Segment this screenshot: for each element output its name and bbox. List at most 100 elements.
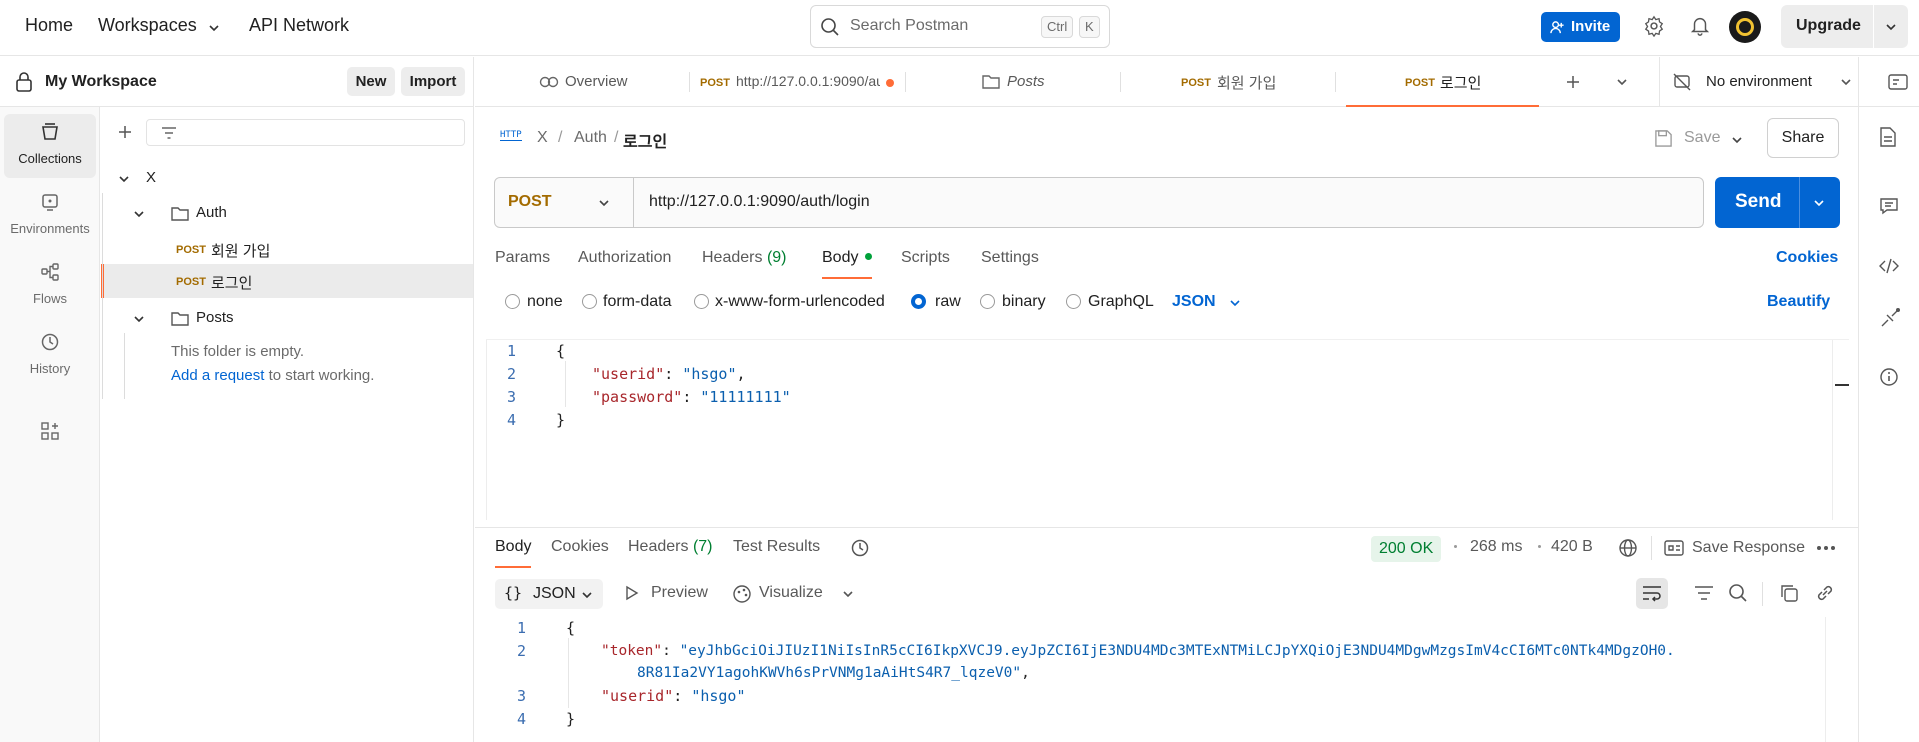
new-button[interactable]: New [347, 67, 395, 96]
new-tab-plus-icon[interactable] [1565, 74, 1581, 90]
no-environment-icon [1673, 73, 1691, 91]
documentation-icon[interactable] [1879, 127, 1897, 147]
rail-environments[interactable]: Environments [4, 184, 96, 248]
request-body-editor[interactable]: 1 { 2 "userid": "hsgo", 3 "password": "1… [486, 339, 1849, 520]
share-button[interactable]: Share [1767, 118, 1839, 158]
response-tab-cookies[interactable]: Cookies [551, 538, 609, 556]
response-size[interactable]: 420 B [1551, 538, 1593, 556]
avatar[interactable] [1729, 11, 1761, 43]
tree-folder-auth[interactable]: Auth [101, 198, 473, 228]
tab-login-active[interactable]: POST 로그인 [1346, 57, 1539, 107]
wrap-lines-toggle[interactable] [1636, 578, 1668, 609]
tab-settings[interactable]: Settings [981, 249, 1039, 267]
more-options-icon[interactable] [1816, 544, 1836, 552]
save-response-label: Save Response [1692, 539, 1805, 556]
tree-request-login[interactable]: POST 로그인 [101, 264, 473, 298]
upgrade-dropdown-button[interactable] [1874, 5, 1908, 48]
configure-sidebar-icon[interactable] [40, 421, 60, 441]
tab-overview[interactable]: Overview [539, 57, 659, 107]
status-badge[interactable]: 200 OK [1371, 536, 1442, 562]
invite-button[interactable]: Invite [1541, 12, 1620, 42]
filter-icon[interactable] [1694, 584, 1714, 602]
line-number: 2 [506, 365, 516, 383]
radio-urlencoded[interactable] [694, 294, 709, 309]
radio-graphql[interactable] [1066, 294, 1081, 309]
environment-selector[interactable]: No environment [1660, 57, 1860, 107]
invite-label: Invite [1571, 18, 1611, 35]
upgrade-button[interactable]: Upgrade [1781, 5, 1873, 48]
tabs-overflow-chevron-icon[interactable] [1616, 76, 1628, 88]
breadcrumb-collection[interactable]: X [537, 129, 548, 147]
json-value: 8R81Ia2VY1agohKWVh6sPrVNMg1aAiHtS4R7_lqz… [637, 665, 1022, 681]
rail-flows[interactable]: Flows [4, 254, 96, 318]
tab-scripts[interactable]: Scripts [901, 249, 950, 267]
breadcrumb-request: 로그인 [623, 134, 668, 151]
tree-request-signup[interactable]: POST 회원 가입 [101, 234, 473, 264]
tab-headers[interactable]: Headers (9) [702, 249, 787, 267]
add-request-link[interactable]: Add a request [171, 367, 264, 384]
network-globe-icon[interactable] [1618, 538, 1638, 558]
url-input[interactable]: http://127.0.0.1:9090/auth/login [649, 193, 870, 211]
body-modified-dot [864, 253, 872, 260]
response-body-viewer[interactable]: 1 { 2 "token": "eyJhbGciOiJIUzI1NiIsInR5… [486, 617, 1849, 742]
line-number: 3 [516, 687, 526, 705]
settings-gear-icon[interactable] [1643, 15, 1665, 37]
response-history-icon[interactable] [850, 538, 870, 558]
visualize-label: Visualize [759, 584, 823, 601]
breadcrumb-folder[interactable]: Auth [574, 129, 607, 147]
response-format-select[interactable]: {} JSON [495, 579, 603, 609]
workspaces-menu[interactable]: Workspaces [98, 15, 197, 36]
plus-icon[interactable] [117, 124, 133, 140]
response-time[interactable]: 268 ms [1470, 538, 1522, 556]
radio-form-data[interactable] [582, 294, 597, 309]
radio-none[interactable] [505, 294, 520, 309]
search-box[interactable]: Search Postman Ctrl K [810, 5, 1110, 48]
tab-signup[interactable]: POST 회원 가입 [1181, 57, 1291, 107]
response-tab-headers[interactable]: Headers (7) [628, 538, 713, 556]
folder-icon [171, 312, 189, 326]
radio-binary[interactable] [980, 294, 995, 309]
tab-params[interactable]: Params [495, 249, 550, 267]
import-button[interactable]: Import [401, 67, 465, 96]
viewer-scrollbar[interactable] [1825, 617, 1849, 742]
search-icon [821, 18, 839, 36]
notifications-bell-icon[interactable] [1689, 15, 1711, 37]
code-icon[interactable] [1879, 257, 1899, 275]
tree-folder-posts[interactable]: Posts [101, 303, 473, 333]
editor-scrollbar[interactable] [1832, 340, 1849, 520]
response-divider[interactable] [475, 527, 1858, 528]
home-link[interactable]: Home [25, 15, 73, 36]
beautify-link[interactable]: Beautify [1767, 293, 1830, 311]
filter-input[interactable] [146, 119, 465, 146]
tab-label: Headers [702, 249, 763, 266]
environment-quick-look-icon[interactable] [1888, 73, 1908, 91]
rail-collections[interactable]: Collections [4, 114, 96, 178]
tab-authorization[interactable]: Authorization [578, 249, 671, 267]
body-language-select[interactable]: JSON [1172, 293, 1216, 311]
comments-icon[interactable] [1879, 197, 1899, 215]
environments-icon [42, 194, 58, 211]
info-icon[interactable] [1879, 367, 1899, 387]
method-select[interactable]: POST [495, 178, 634, 227]
search-icon[interactable] [1728, 583, 1748, 603]
tree-collection-x[interactable]: X [101, 163, 473, 193]
link-icon[interactable] [1815, 583, 1835, 603]
tab-request-unsaved[interactable]: POST http://127.0.0.1:9090/au [700, 57, 895, 107]
api-network-link[interactable]: API Network [249, 15, 349, 36]
response-tab-body[interactable]: Body [495, 538, 532, 568]
cookies-link[interactable]: Cookies [1776, 249, 1838, 267]
radio-raw-selected[interactable] [911, 294, 926, 309]
related-collections-icon[interactable] [1879, 307, 1901, 329]
rail-history[interactable]: History [4, 324, 96, 388]
chevron-down-icon [134, 211, 144, 218]
tab-body-active[interactable]: Body [822, 249, 872, 279]
save-options-chevron-icon[interactable] [1731, 134, 1743, 146]
line-number: 2 [516, 642, 526, 660]
wrap-lines-icon [1643, 586, 1661, 602]
copy-icon[interactable] [1779, 583, 1799, 603]
response-tab-test-results[interactable]: Test Results [733, 538, 820, 556]
tab-posts[interactable]: Posts [982, 57, 1082, 107]
send-button[interactable]: Send [1715, 177, 1840, 228]
save-button[interactable]: Save [1654, 124, 1724, 154]
visualize-options-chevron-icon[interactable] [842, 588, 854, 600]
